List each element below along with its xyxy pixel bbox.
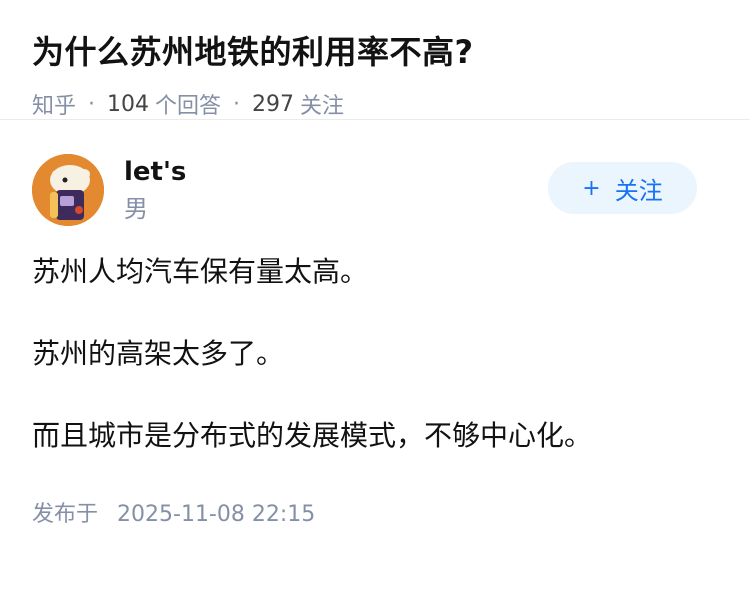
publish-info: 发布于 2025-11-08 22:15 [32, 496, 718, 528]
avatar[interactable] [32, 154, 104, 226]
separator-dot: · [233, 91, 241, 117]
follow-button-label: 关注 [614, 176, 663, 205]
question-header: 为什么苏州地铁的利用率不高? 知乎 · 104 个回答 · 297 关注 [0, 0, 750, 120]
author-name[interactable]: let's [124, 155, 186, 189]
followers-count: 297 [252, 91, 295, 117]
source-label[interactable]: 知乎 [32, 88, 76, 120]
answers-label[interactable]: 个回答 [155, 88, 221, 120]
question-title[interactable]: 为什么苏州地铁的利用率不高? [32, 30, 718, 74]
answer-card: let's 男 + 关注 苏州人均汽车保有量太高。 苏州的高架太多了。 而且城市… [0, 154, 750, 528]
avatar-image [32, 154, 104, 226]
author-gender: 男 [124, 195, 148, 223]
separator-dot: · [88, 91, 96, 117]
question-meta: 知乎 · 104 个回答 · 297 关注 [32, 88, 718, 120]
plus-icon: + [582, 175, 601, 201]
follow-button[interactable]: + 关注 [548, 162, 697, 214]
published-label: 发布于 [32, 502, 99, 527]
answers-count: 104 [107, 91, 150, 117]
answer-paragraph: 苏州的高架太多了。 [32, 337, 285, 370]
author-info: let's 男 [124, 155, 186, 225]
followers-label[interactable]: 关注 [300, 88, 344, 120]
author-row: let's 男 + 关注 [32, 154, 718, 226]
answer-paragraph: 而且城市是分布式的发展模式，不够中心化。 [32, 419, 593, 452]
answer-content: 苏州人均汽车保有量太高。 苏州的高架太多了。 而且城市是分布式的发展模式，不够中… [32, 252, 718, 456]
published-time: 2025-11-08 22:15 [117, 502, 316, 527]
answer-paragraph: 苏州人均汽车保有量太高。 [32, 255, 369, 288]
